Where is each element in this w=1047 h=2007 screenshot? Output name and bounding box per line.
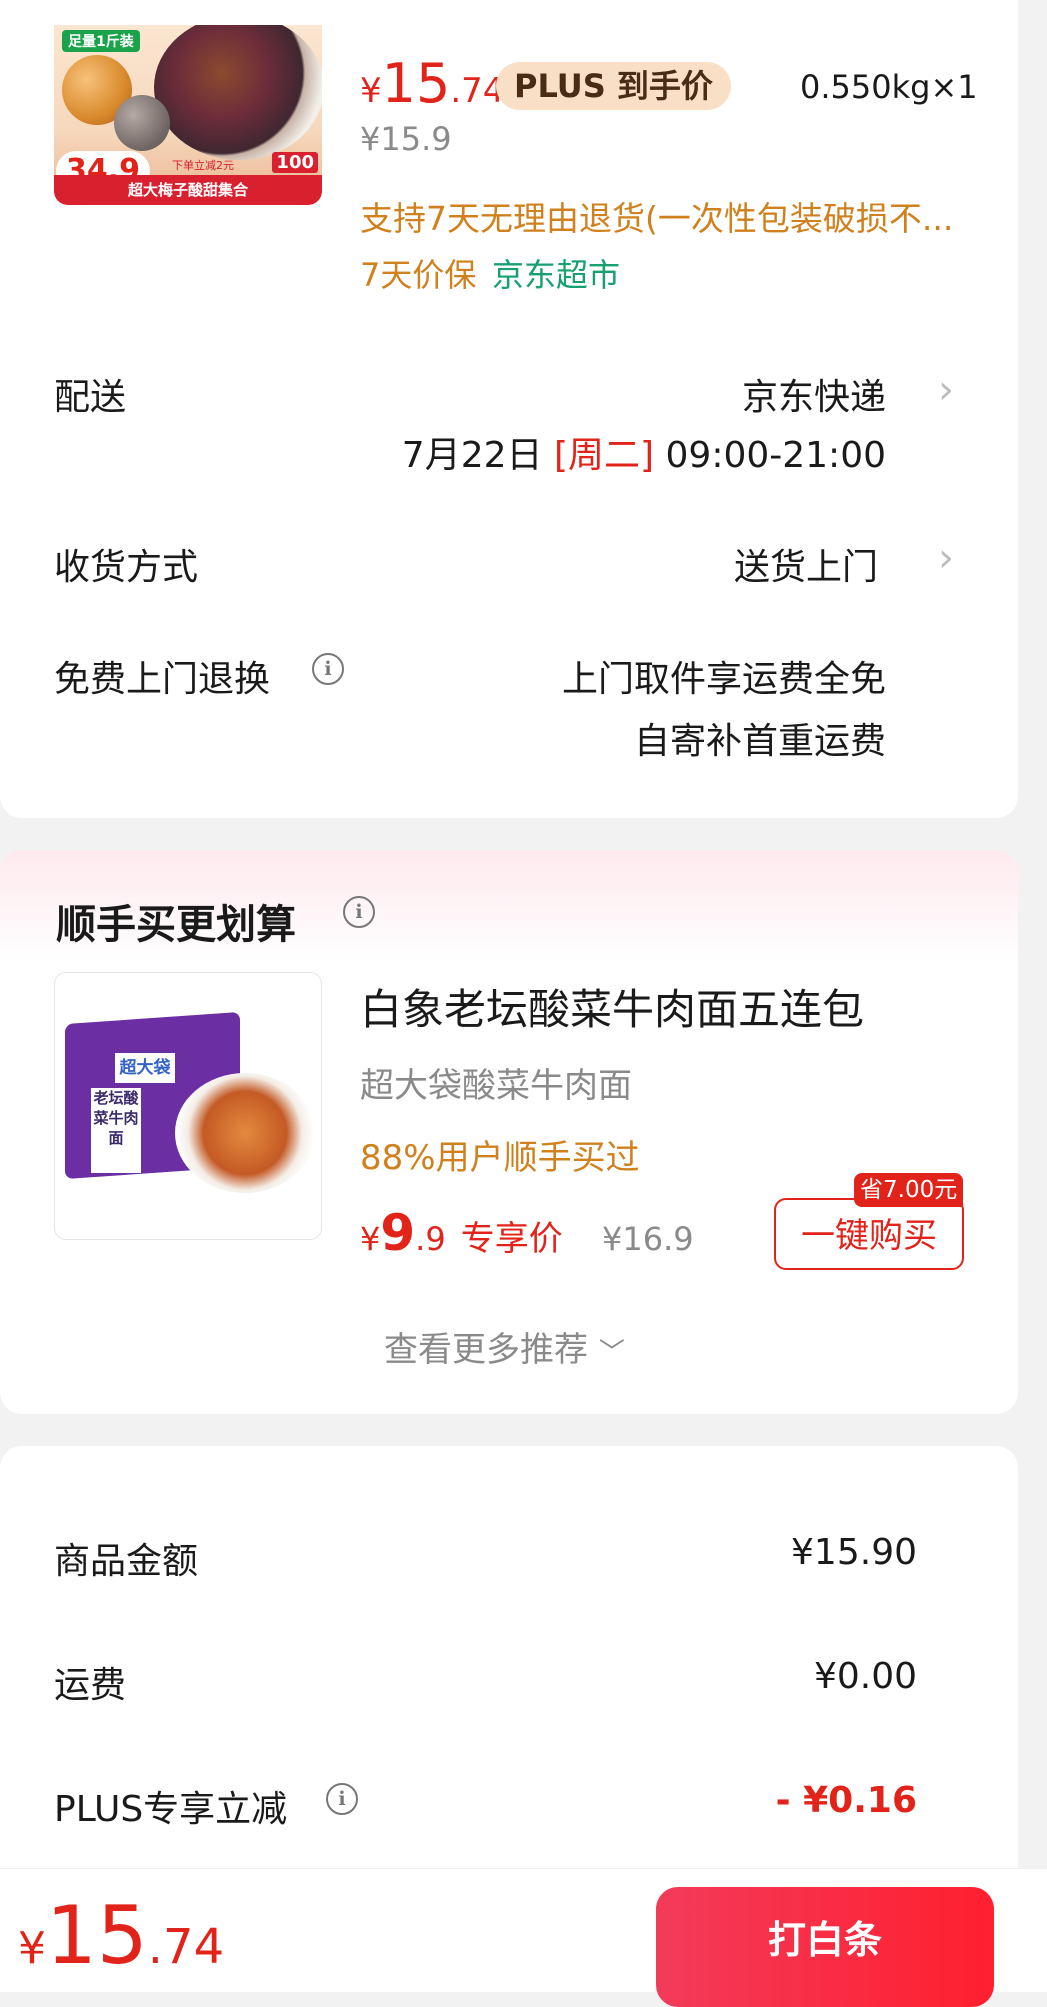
free-return-label: 免费上门退换 <box>54 659 271 700</box>
info-icon[interactable]: i <box>326 1783 358 1815</box>
addon-item-name[interactable]: 白象老坛酸菜牛肉面五连包 <box>360 976 864 1037</box>
pay-baitiao-button[interactable]: 打白条 <box>656 1887 994 2007</box>
see-more-link[interactable]: 查看更多推荐 ﹀ <box>384 1322 625 1371</box>
image-strip-text: 超大梅子酸甜集合 <box>54 175 322 205</box>
image-tag: 足量1斤装 <box>62 30 140 52</box>
order-item-card: 足量1斤装 下单立减2元 100 34.9 超大梅子酸甜集合 ¥15.74 PL… <box>0 0 1018 818</box>
delivery-date: 7月22日 <box>401 435 543 476</box>
price-protect-tag: 7天价保 <box>360 256 477 294</box>
goods-amount-value: ¥15.90 <box>791 1532 917 1573</box>
one-click-buy-button[interactable]: 一键购买 <box>774 1198 964 1270</box>
product-image[interactable]: 足量1斤装 下单立减2元 100 34.9 超大梅子酸甜集合 <box>54 25 322 205</box>
image-sub-text: 下单立减2元 <box>172 159 234 172</box>
addon-item-subtitle: 超大袋酸菜牛肉面 <box>360 1066 632 1106</box>
receive-method-label: 收货方式 <box>54 547 199 588</box>
delivery-weekday: [周二] <box>553 435 655 476</box>
prune-graphic <box>114 95 170 151</box>
chevron-right-icon: › <box>938 535 954 581</box>
plus-discount-value: - ¥0.16 <box>775 1780 917 1821</box>
noodle-pack-name: 老坛酸菜牛肉面 <box>91 1088 141 1173</box>
price-integer: 15 <box>381 52 451 115</box>
goods-amount-label: 商品金额 <box>54 1541 199 1582</box>
noodle-pack-label: 超大袋 <box>115 1053 175 1083</box>
addon-price: ¥9.9 专享价 <box>360 1204 563 1262</box>
weight-quantity: 0.550kg×1 <box>800 68 978 106</box>
chevron-down-icon: ﹀ <box>598 1338 625 1368</box>
see-more-label: 查看更多推荐 <box>384 1330 588 1370</box>
delivery-time-range: 09:00-21:00 <box>665 435 886 476</box>
addon-item-stat: 88%用户顺手买过 <box>360 1138 640 1178</box>
product-price: ¥15.74 <box>360 52 504 115</box>
price-integer: 9 <box>380 1204 416 1262</box>
addon-title: 顺手买更划算 <box>56 902 296 948</box>
currency-symbol: ¥ <box>18 1923 46 1974</box>
delivery-time: 7月22日 [周二] 09:00-21:00 <box>402 426 886 478</box>
shipping-label: 运费 <box>54 1665 127 1706</box>
currency-symbol: ¥ <box>360 71 382 111</box>
store-tag: 京东超市 <box>492 256 621 294</box>
noodle-bowl-graphic <box>175 1073 315 1193</box>
price-decimal: .74 <box>147 1919 225 1975</box>
info-icon[interactable]: i <box>312 653 344 685</box>
receive-method-value: 送货上门 <box>733 547 878 588</box>
currency-symbol: ¥ <box>360 1220 381 1258</box>
addon-original-price: ¥16.9 <box>602 1220 694 1258</box>
price-decimal: .9 <box>415 1220 446 1258</box>
return-policy[interactable]: 支持7天无理由退货(一次性包装破损不... <box>360 192 953 240</box>
original-price: ¥15.9 <box>360 120 452 158</box>
shipping-value: ¥0.00 <box>813 1656 917 1697</box>
delivery-carrier: 京东快递 <box>741 377 886 418</box>
free-return-line2: 自寄补首重运费 <box>633 721 886 762</box>
delivery-label: 配送 <box>54 377 127 418</box>
save-amount-badge: 省7.00元 <box>854 1173 964 1207</box>
plus-price-badge: PLUS 到手价 <box>496 62 731 110</box>
info-icon[interactable]: i <box>343 896 375 928</box>
plus-discount-label: PLUS专享立减 <box>54 1789 288 1830</box>
addon-price-label: 专享价 <box>460 1219 563 1259</box>
free-return-line1: 上门取件享运费全免 <box>561 659 886 700</box>
image-hundred-badge: 100 <box>272 152 318 173</box>
chevron-right-icon: › <box>938 367 954 413</box>
addon-product-image[interactable]: 超大袋 老坛酸菜牛肉面 <box>54 972 322 1240</box>
total-price: ¥15.74 <box>18 1889 224 1982</box>
price-integer: 15 <box>46 1889 148 1982</box>
checkout-bar: ¥15.74 打白条 <box>0 1868 1047 2007</box>
prune-bowl-graphic <box>154 25 322 160</box>
